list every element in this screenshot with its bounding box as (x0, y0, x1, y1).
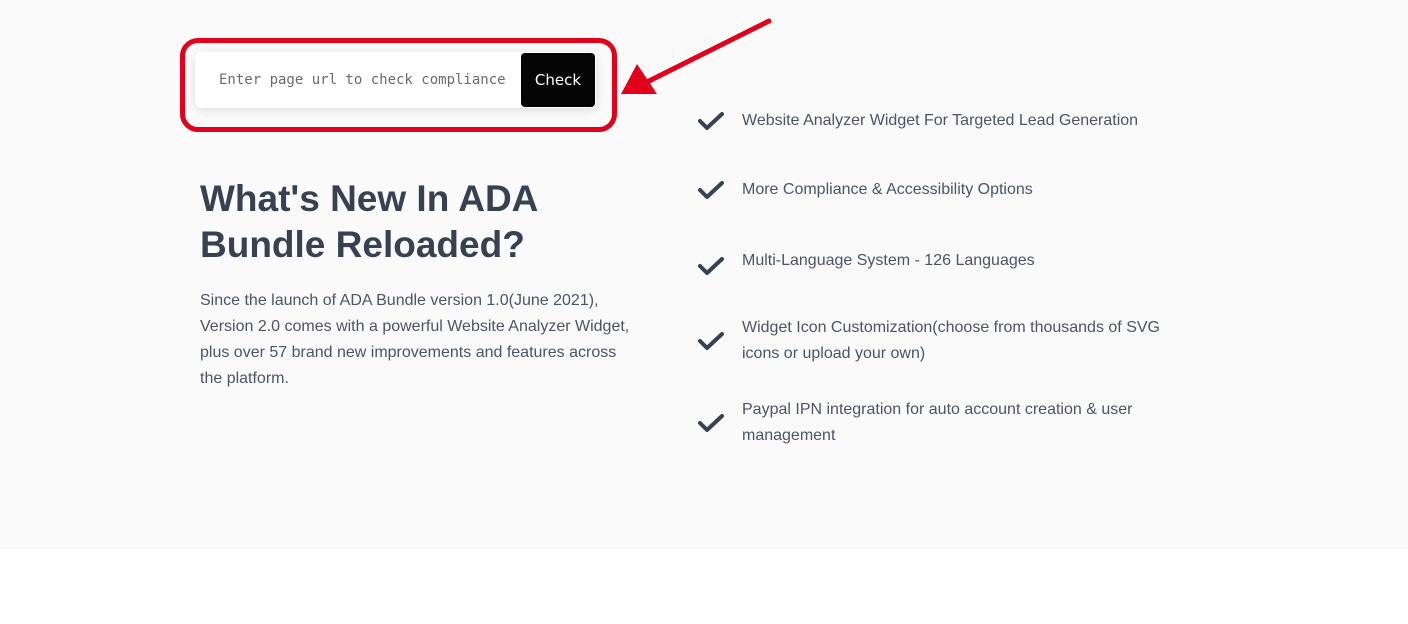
feature-text: Website Analyzer Widget For Targeted Lea… (742, 112, 1139, 129)
whats-new-heading: What's New In ADA Bundle Reloaded? (200, 178, 538, 265)
feature-item: Widget Icon Customization(choose from th… (696, 315, 1166, 367)
checkmark-icon (698, 332, 724, 350)
feature-item: More Compliance & Accessibility Options (696, 177, 1166, 203)
url-check-form: Check (195, 52, 596, 108)
feature-item: Website Analyzer Widget For Targeted Lea… (696, 108, 1166, 134)
page-url-input[interactable] (195, 52, 521, 108)
page-lower-area (0, 549, 1408, 624)
feature-item: Paypal IPN integration for auto account … (696, 397, 1166, 449)
checkmark-icon (698, 112, 724, 130)
whats-new-description: Since the launch of ADA Bundle version 1… (200, 292, 630, 387)
feature-item: Multi-Language System - 126 Languages (696, 243, 1166, 279)
checkmark-icon (698, 257, 724, 275)
checkmark-icon (698, 181, 724, 199)
check-button[interactable]: Check (521, 53, 595, 107)
feature-text: More Compliance & Accessibility Options (742, 181, 1033, 198)
feature-text: Paypal IPN integration for auto account … (742, 401, 1133, 444)
feature-text: Multi-Language System - 126 Languages (742, 252, 1035, 269)
checkmark-icon (698, 414, 724, 432)
feature-text: Widget Icon Customization(choose from th… (742, 319, 1160, 362)
